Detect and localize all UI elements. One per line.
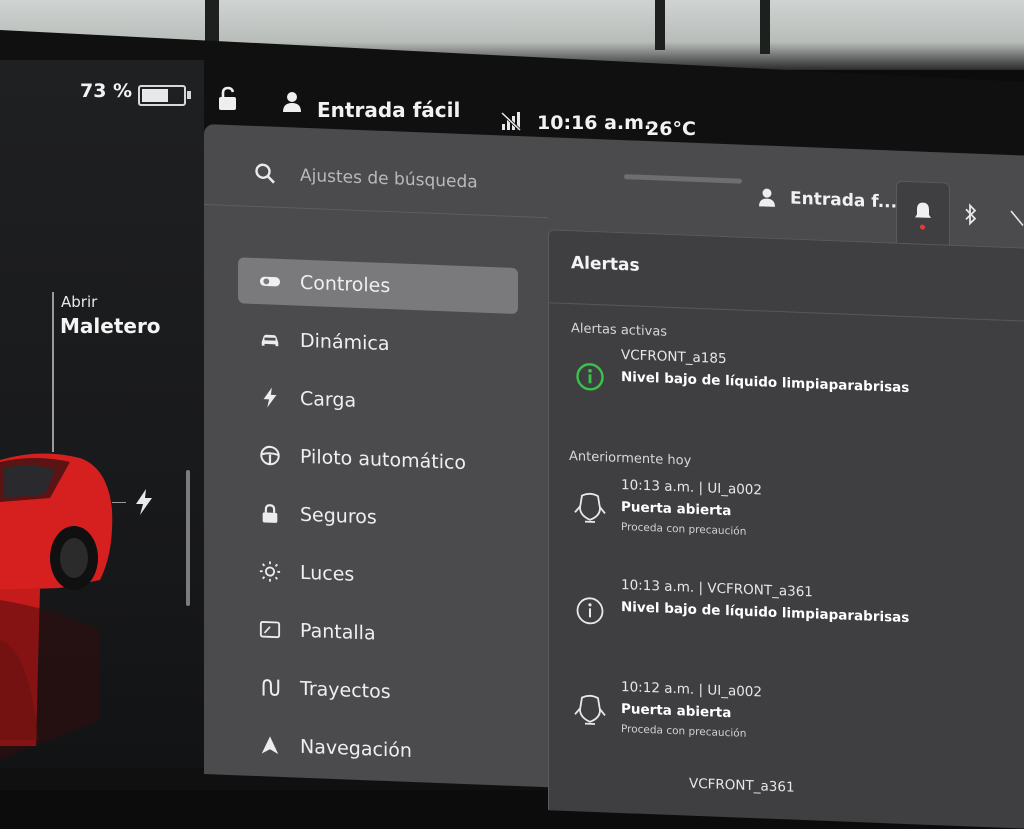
menu-item-label: Pantalla (300, 620, 376, 645)
battery-percent: 73 % (80, 80, 132, 102)
menu-item-pantalla[interactable]: Pantalla (238, 605, 518, 662)
menu-item-label: Luces (300, 562, 354, 586)
route-icon (256, 673, 284, 702)
menu-item-trayectos[interactable]: Trayectos (238, 663, 518, 720)
trunk-action-label: Abrir (61, 293, 97, 311)
notification-dot (920, 225, 925, 230)
alert-title[interactable]: Puerta abierta (621, 499, 731, 519)
menu-item-piloto-automático[interactable]: Piloto automático (238, 431, 518, 488)
header-profile-icon[interactable] (758, 187, 776, 208)
menu-item-carga[interactable]: Carga (238, 373, 518, 430)
search-input[interactable]: Ajustes de búsqueda (300, 166, 478, 193)
lightning-icon (256, 383, 284, 412)
steering-wheel-icon (256, 441, 284, 470)
menu-item-label: Dinámica (300, 330, 389, 355)
alert-subtitle: Proceda con precaución (621, 521, 746, 538)
info-icon (575, 595, 605, 626)
bluetooth-icon[interactable] (964, 203, 978, 226)
charge-port-line (112, 502, 126, 503)
menu-item-label: Seguros (300, 504, 377, 529)
alert-title[interactable]: Nivel bajo de líquido limpiaparabrisas (621, 599, 909, 626)
alert-code: 10:13 a.m. | UI_a002 (621, 477, 762, 498)
trunk-button[interactable]: Maletero (60, 314, 161, 338)
profile-icon[interactable] (282, 91, 302, 113)
alerts-header: Alertas (549, 230, 1024, 322)
panel-grab-handle[interactable] (624, 174, 742, 184)
lock-icon (256, 499, 284, 528)
menu-item-navegación[interactable]: Navegación (238, 721, 518, 778)
search-icon (254, 162, 276, 185)
earlier-alerts-label: Anteriormente hoy (569, 449, 691, 469)
car-icon (256, 325, 284, 354)
no-signal-icon (500, 110, 522, 132)
scenery-pillar (655, 0, 665, 50)
navigation-icon (256, 731, 284, 760)
alerts-title: Alertas (571, 253, 640, 276)
battery-icon (138, 85, 186, 106)
charge-port-lightning-icon[interactable] (133, 488, 155, 516)
info-icon (575, 361, 605, 392)
door-open-icon (573, 693, 607, 728)
alert-code: 10:13 a.m. | VCFRONT_a361 (621, 577, 813, 600)
active-alert-code: VCFRONT_a185 (621, 347, 727, 367)
menu-item-label: Controles (300, 272, 390, 297)
menu-item-luces[interactable]: Luces (238, 547, 518, 604)
car-image[interactable] (0, 440, 130, 770)
bell-icon (913, 200, 933, 223)
car-panel-scrollbar[interactable] (186, 470, 190, 606)
sun-icon (256, 557, 284, 586)
tab-notifications[interactable] (896, 181, 950, 248)
menu-item-label: Trayectos (300, 678, 391, 703)
display-icon (256, 615, 284, 644)
signal-tab-icon[interactable] (1010, 209, 1024, 228)
alerts-pane: Alertas Alertas activas VCFRONT_a185 Niv… (548, 229, 1024, 829)
search-divider (204, 204, 548, 218)
menu-item-label: Piloto automático (300, 446, 466, 474)
toggle-icon (256, 267, 284, 296)
scenery-pillar (760, 0, 770, 54)
profile-name[interactable]: Entrada fácil (317, 98, 460, 122)
active-alerts-label: Alertas activas (571, 321, 667, 340)
header-profile-name[interactable]: Entrada f... (790, 189, 897, 213)
alert-code: VCFRONT_a361 (689, 776, 795, 796)
menu-item-label: Carga (300, 388, 356, 412)
settings-panel: Ajustes de búsqueda Entrada f... Control… (204, 124, 1024, 806)
menu-item-seguros[interactable]: Seguros (238, 489, 518, 546)
alert-title[interactable]: Puerta abierta (621, 701, 731, 721)
alert-code: 10:12 a.m. | UI_a002 (621, 679, 762, 700)
menu-item-dinámica[interactable]: Dinámica (238, 315, 518, 372)
menu-item-controles[interactable]: Controles (238, 257, 518, 314)
temperature[interactable]: 26°C (646, 118, 696, 140)
door-open-icon (573, 491, 607, 526)
clock: 10:16 a.m. (537, 112, 651, 134)
trunk-indicator-line (52, 292, 54, 452)
unlock-icon[interactable] (216, 86, 240, 112)
alert-subtitle: Proceda con precaución (621, 723, 746, 740)
car-panel: Abrir Maletero (0, 60, 204, 768)
active-alert-title[interactable]: Nivel bajo de líquido limpiaparabrisas (621, 369, 909, 396)
menu-item-label: Navegación (300, 736, 412, 762)
